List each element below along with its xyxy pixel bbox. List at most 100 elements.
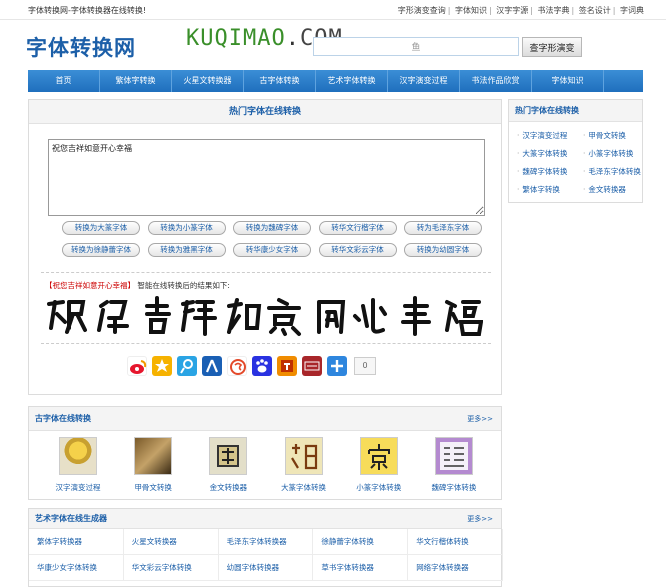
nav-art[interactable]: 艺术字体转换 — [316, 70, 388, 92]
ancient-item-label: 大篆字体转换 — [281, 483, 327, 492]
art-link-traditional[interactable]: 繁体字转换器 — [29, 529, 124, 555]
art-link-xingkai[interactable]: 华文行楷体转换 — [408, 529, 503, 555]
top-links: 字形演变查询 | 字体知识 | 汉字字源 | 书法字典 | 签名设计 | 字词典 — [397, 6, 644, 15]
toplink-dictionary[interactable]: 字词典 — [620, 6, 644, 15]
nav-martian[interactable]: 火星文转换器 — [172, 70, 244, 92]
toplink-signature[interactable]: 签名设计 — [579, 6, 611, 15]
art-link-martian[interactable]: 火星文转换器 — [123, 529, 219, 555]
sidebar-link-xiaozhuan[interactable]: 小篆字体转换 — [583, 148, 641, 159]
sidebar-link-weibei[interactable]: 魏碑字体转换 — [517, 166, 583, 177]
result-suffix: 智能在线转换后的结果如下: — [137, 281, 230, 290]
weibei-thumbnail-icon — [434, 437, 473, 475]
convert-xujinglei-button[interactable]: 转换为徐静蕾字体 — [62, 243, 140, 257]
divider — [41, 272, 491, 273]
nav-traditional[interactable]: 繁体字转换 — [100, 70, 172, 92]
convert-maozedong-button[interactable]: 转为毛泽东字体 — [404, 221, 482, 235]
art-link-network[interactable]: 网络字体转换器 — [408, 555, 503, 581]
share-count: 0 — [354, 357, 376, 375]
art-more-link[interactable]: 更多>> — [467, 509, 493, 529]
top-bar: 字体转换网-字体转换器在线转换! 字形演变查询 | 字体知识 | 汉字字源 | 书法字… — [0, 0, 666, 20]
ancient-item-label: 小篆字体转换 — [356, 483, 402, 492]
result-quote: 【祝您吉祥如意开心幸福】 — [45, 281, 135, 290]
ancient-item-label: 甲骨文转换 — [134, 483, 172, 492]
converted-calligraphy-image — [47, 296, 483, 336]
search-input[interactable] — [313, 37, 519, 56]
art-link-xujinglei[interactable]: 徐静蕾字体转换 — [313, 529, 409, 555]
ancient-item-oracle[interactable]: 甲骨文转换 — [116, 437, 190, 493]
ancient-item-jinwen[interactable]: 金文转换器 — [191, 437, 265, 493]
buddha-thumbnail-icon — [59, 437, 97, 475]
tencent-weibo-icon[interactable] — [177, 356, 197, 376]
ancient-item-evolution[interactable]: 汉字演变过程 — [41, 437, 115, 493]
ancient-item-xiaozhuan[interactable]: 小篆字体转换 — [342, 437, 416, 493]
converter-panel: 热门字体在线转换 祝您吉祥如意开心幸福 转换为大篆字体 转换为小篆字体 转换为魏… — [28, 99, 502, 395]
ancient-title: 古字体在线转换 — [35, 414, 91, 423]
convert-yahei-button[interactable]: 转换为雅黑字体 — [147, 243, 226, 257]
qzone-star-icon[interactable] — [152, 356, 172, 376]
convert-dazhuan-button[interactable]: 转换为大篆字体 — [62, 221, 140, 235]
more-share-icon[interactable] — [327, 356, 347, 376]
ancient-item-label: 魏碑字体转换 — [431, 483, 477, 492]
nav-evolution[interactable]: 汉字演变过程 — [388, 70, 460, 92]
tianya-icon[interactable] — [277, 356, 297, 376]
sidebar-link-jinwen[interactable]: 金文转换器 — [583, 184, 641, 195]
sidebar-links: 汉字演变过程 甲骨文转换 大篆字体转换 小篆字体转换 魏碑字体转换 毛泽东字体转… — [517, 130, 641, 195]
ancient-more-link[interactable]: 更多>> — [467, 407, 493, 431]
sohu-icon[interactable] — [227, 356, 247, 376]
bronze-script-thumbnail-icon — [209, 437, 248, 475]
dazhuan-thumbnail-icon — [284, 437, 323, 475]
art-title: 艺术字体在线生成器 — [35, 514, 107, 523]
divider-bottom — [41, 343, 491, 344]
ancient-items: 汉字演变过程 甲骨文转换 金文转换器 大篆字体转换 小篆字体转换 魏碑字体转换 — [41, 437, 491, 493]
nav-knowledge[interactable]: 字体知识 — [532, 70, 604, 92]
nav-ancient[interactable]: 古字体转换 — [244, 70, 316, 92]
toplink-calligraphy[interactable]: 书法字典 — [538, 6, 570, 15]
convert-youyuan-button[interactable]: 转换为幼圆字体 — [404, 243, 482, 257]
convert-xiaozhuan-button[interactable]: 转换为小篆字体 — [147, 221, 226, 235]
weibo-icon[interactable] — [127, 356, 147, 376]
site-tagline: 字体转换网-字体转换器在线转换! — [28, 6, 147, 15]
art-section: 艺术字体在线生成器 更多>> 繁体字转换器 火星文转换器 毛泽东字体转换器 徐静… — [28, 508, 503, 587]
converter-title: 热门字体在线转换 — [29, 100, 501, 124]
ancient-head: 古字体在线转换 更多>> — [29, 407, 501, 431]
toplink-origin[interactable]: 汉字字源 — [496, 6, 528, 15]
nav-home[interactable]: 首页 — [28, 70, 100, 92]
toplink-evolution[interactable]: 字形演变查询 — [398, 6, 446, 15]
xiaozhuan-thumbnail-icon — [359, 437, 398, 475]
ancient-section: 古字体在线转换 更多>> 汉字演变过程 甲骨文转换 金文转换器 大篆字体转换 小… — [28, 406, 502, 500]
result-caption: 【祝您吉祥如意开心幸福】 智能在线转换后的结果如下: — [45, 280, 230, 291]
ancient-item-label: 金文转换器 — [209, 483, 248, 492]
toplink-knowledge[interactable]: 字体知识 — [455, 6, 487, 15]
ancient-item-dazhuan[interactable]: 大篆字体转换 — [267, 437, 341, 493]
ancient-item-label: 汉字演变过程 — [55, 483, 101, 492]
convert-buttons-row-2: 转换为徐静蕾字体 转换为雅黑字体 转华康少女字体 转华文彩云字体 转换为幼圆字体 — [62, 243, 482, 257]
kaixin-icon[interactable] — [302, 356, 322, 376]
convert-shaonv-button[interactable]: 转华康少女字体 — [233, 243, 311, 257]
art-head: 艺术字体在线生成器 更多>> — [29, 509, 501, 529]
renren-icon[interactable] — [202, 356, 222, 376]
convert-caiyun-button[interactable]: 转华文彩云字体 — [318, 243, 397, 257]
art-link-maozedong[interactable]: 毛泽东字体转换器 — [218, 529, 314, 555]
convert-buttons-row-1: 转换为大篆字体 转换为小篆字体 转换为魏碑字体 转华文行楷字体 转为毛泽东字体 — [62, 221, 482, 235]
sidebar-link-oracle[interactable]: 甲骨文转换 — [583, 130, 641, 141]
baidu-icon[interactable] — [252, 356, 272, 376]
art-link-caiyun[interactable]: 华文彩云字体转换 — [123, 555, 219, 581]
site-logo[interactable]: 字体转换网 — [26, 32, 136, 62]
share-bar: 0 — [127, 356, 376, 376]
sidebar-link-dazhuan[interactable]: 大篆字体转换 — [517, 148, 583, 159]
oracle-bone-thumbnail-icon — [134, 437, 173, 475]
art-link-youyuan[interactable]: 幼圆字体转换器 — [218, 555, 314, 581]
convert-weibei-button[interactable]: 转换为魏碑字体 — [233, 221, 311, 235]
art-link-caoshu[interactable]: 草书字体转换器 — [313, 555, 409, 581]
sidebar-link-evolution[interactable]: 汉字演变过程 — [517, 130, 583, 141]
ancient-item-weibei[interactable]: 魏碑字体转换 — [417, 437, 491, 493]
convert-xingkai-button[interactable]: 转华文行楷字体 — [318, 221, 397, 235]
art-link-shaonv[interactable]: 华康少女字体转换 — [29, 555, 124, 581]
text-input[interactable]: 祝您吉祥如意开心幸福 — [48, 139, 485, 216]
nav-calligraphy[interactable]: 书法作品欣赏 — [460, 70, 532, 92]
logo-url-dot: . — [285, 26, 300, 51]
sidebar-link-traditional[interactable]: 繁体字转换 — [517, 184, 583, 195]
main-nav: 首页 繁体字转换 火星文转换器 古字体转换 艺术字体转换 汉字演变过程 书法作品… — [28, 70, 643, 92]
sidebar-link-maozedong[interactable]: 毛泽东字体转换 — [583, 166, 641, 177]
search-button[interactable]: 查字形演变 — [522, 37, 582, 57]
